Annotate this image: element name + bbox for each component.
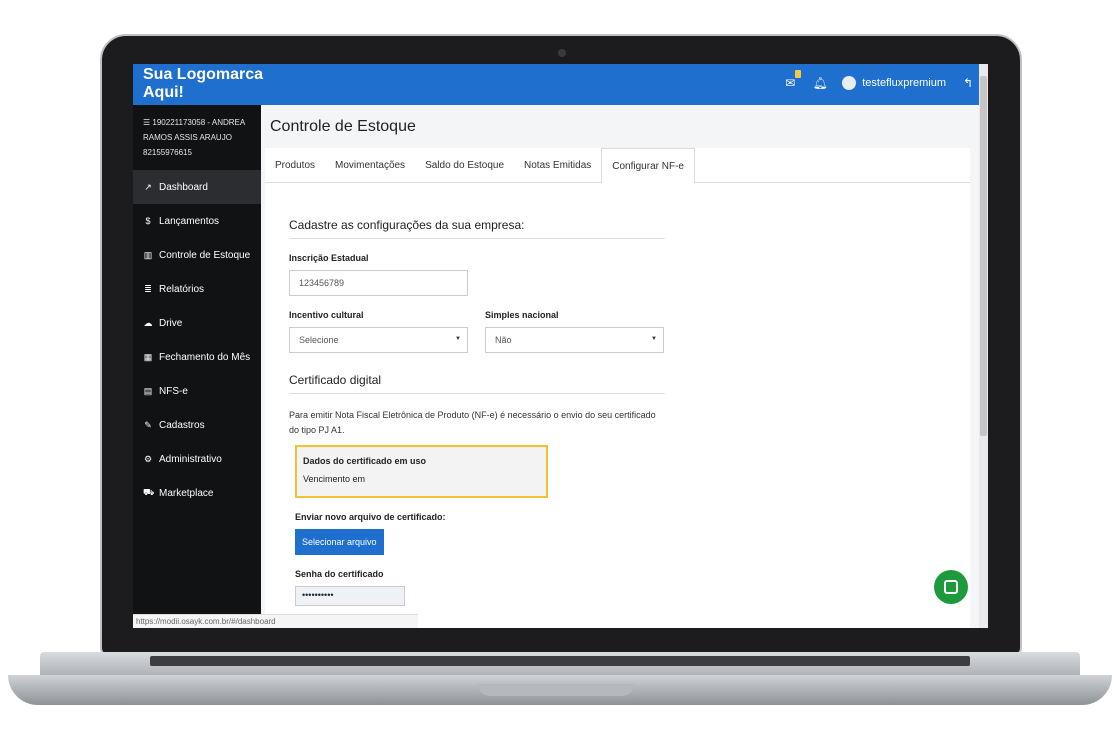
nfe-config-form: Cadastre as configurações da sua empresa… [289,183,665,606]
gear-icon: ⚙ [143,453,153,464]
dollar-icon: $ [145,216,151,226]
sidebar-item-cadastros[interactable]: ✎ Cadastros [133,408,261,442]
chevron-down-icon: ▼ [455,336,461,342]
incentivo-group: Incentivo cultural Selecione ▼ [289,296,468,353]
upload-label: Enviar novo arquivo de certificado: [295,512,446,522]
sidebar-item-relatorios[interactable]: ≣ Relatórios [133,272,261,306]
status-url: https://modii.osayk.com.br/#/dashboard [133,614,418,628]
cert-box-title: Dados do certificado em uso [303,456,427,466]
password-label: Senha do certificado [295,569,384,579]
sidebar-item-marketplace[interactable]: ⛟ Marketplace [133,476,261,510]
chat-button[interactable] [934,570,968,604]
password-input[interactable]: •••••••••• [295,586,405,606]
tab-movimentacoes[interactable]: Movimentações [325,148,415,182]
reply-icon[interactable]: ↰ [960,75,976,91]
notification-badge [795,70,802,78]
file-icon: ▤ [143,385,153,396]
mail-icon[interactable]: ✉ [782,70,802,91]
user-menu[interactable]: testefluxpremium [842,76,946,90]
sidebar-item-label: Marketplace [159,487,214,499]
simples-label: Simples nacional [485,310,559,320]
incentivo-select[interactable]: Selecione ▼ [289,327,468,353]
tab-notas-emitidas[interactable]: Notas Emitidas [514,148,601,182]
sidebar-item-label: NFS-e [159,385,188,397]
sidebar-item-label: Dashboard [159,181,208,193]
app-screen: Sua Logomarca Aqui! ✉ 🔔︎ testefluxpremiu… [133,64,988,628]
chart-line-icon: ↗ [144,181,152,192]
username: testefluxpremium [862,77,946,89]
simples-select[interactable]: Não ▼ [485,327,664,353]
list-icon: ≣ [144,283,152,294]
tab-bar: Produtos Movimentações Saldo do Estoque … [265,148,970,184]
incentivo-value: Selecione [299,335,339,345]
sidebar-item-label: Drive [159,317,183,329]
account-line-3: 82155976615 [143,148,192,157]
tab-saldo-estoque[interactable]: Saldo do Estoque [415,148,514,182]
page-title: Controle de Estoque [270,118,416,135]
sidebar-item-label: Cadastros [159,419,205,431]
inscricao-label: Inscrição Estadual [289,253,369,263]
sidebar-item-dashboard[interactable]: ↗ Dashboard [133,170,261,204]
select-file-button[interactable]: Selecionar arquivo [295,529,384,555]
sidebar-item-label: Administrativo [159,453,222,465]
cart-icon: ⛟ [143,487,155,497]
sidebar-item-controle-estoque[interactable]: ▥ Controle de Estoque [133,238,261,272]
bar-chart-icon: ▥ [143,249,153,260]
chevron-down-icon: ▼ [651,336,657,342]
avatar [842,76,857,90]
inscricao-input[interactable]: 123456789 [289,270,468,296]
tab-panel: Produtos Movimentações Saldo do Estoque … [265,148,970,628]
sidebar-item-lancamentos[interactable]: $ Lançamentos [133,204,261,238]
chat-icon [944,580,958,594]
select-row: Incentivo cultural Selecione ▼ Simples na… [289,296,665,353]
menu-icon: ☰ [143,118,153,127]
calendar-icon: ▦ [143,351,153,362]
sidebar-item-label: Controle de Estoque [159,249,251,261]
cert-box-text: Vencimento em [303,474,366,484]
bell-icon[interactable]: 🔔︎ [812,75,828,91]
account-line-2: RAMOS ASSIS ARAUJO [143,133,232,142]
sidebar-item-fechamento[interactable]: ▦ Fechamento do Mês [133,340,261,374]
sidebar-item-nfse[interactable]: ▤ NFS-e [133,374,261,408]
laptop-hinge [150,656,970,666]
sidebar-item-label: Lançamentos [159,215,220,227]
account-line-1: 190221173058 - ANDREA [152,118,246,127]
simples-group: Simples nacional Não ▼ [485,296,664,353]
top-bar: Sua Logomarca Aqui! ✉ 🔔︎ testefluxpremiu… [133,64,988,105]
cloud-icon: ☁ [143,317,153,328]
laptop-notch [478,684,634,696]
top-actions: ✉ 🔔︎ testefluxpremium ↰ [782,70,976,91]
section-title: Cadastre as configurações da sua empresa… [289,218,665,239]
sidebar-item-label: Relatórios [159,283,205,295]
simples-value: Não [495,335,512,345]
scrollbar[interactable] [979,64,988,628]
tab-configurar-nfe[interactable]: Configurar NF-e [601,148,695,184]
incentivo-label: Incentivo cultural [289,310,364,320]
sidebar: ☰ 190221173058 - ANDREA RAMOS ASSIS ARAU… [133,105,261,628]
tab-produtos[interactable]: Produtos [265,148,325,182]
cert-section-title: Certificado digital [289,373,665,394]
sidebar-item-drive[interactable]: ☁ Drive [133,306,261,340]
scrollbar-thumb[interactable] [980,76,987,436]
camera-dot [558,49,566,57]
main-content: Controle de Estoque Produtos Movimentaçõ… [261,105,976,628]
logo[interactable]: Sua Logomarca Aqui! [143,66,271,102]
edit-icon: ✎ [144,419,152,430]
account-info[interactable]: ☰ 190221173058 - ANDREA RAMOS ASSIS ARAU… [133,105,261,170]
sidebar-item-administrativo[interactable]: ⚙ Administrativo [133,442,261,476]
cert-info-box: Dados do certificado em uso Vencimento e… [295,445,548,498]
cert-description: Para emitir Nota Fiscal Eletrônica de Pr… [289,410,656,435]
sidebar-item-label: Fechamento do Mês [159,351,251,363]
